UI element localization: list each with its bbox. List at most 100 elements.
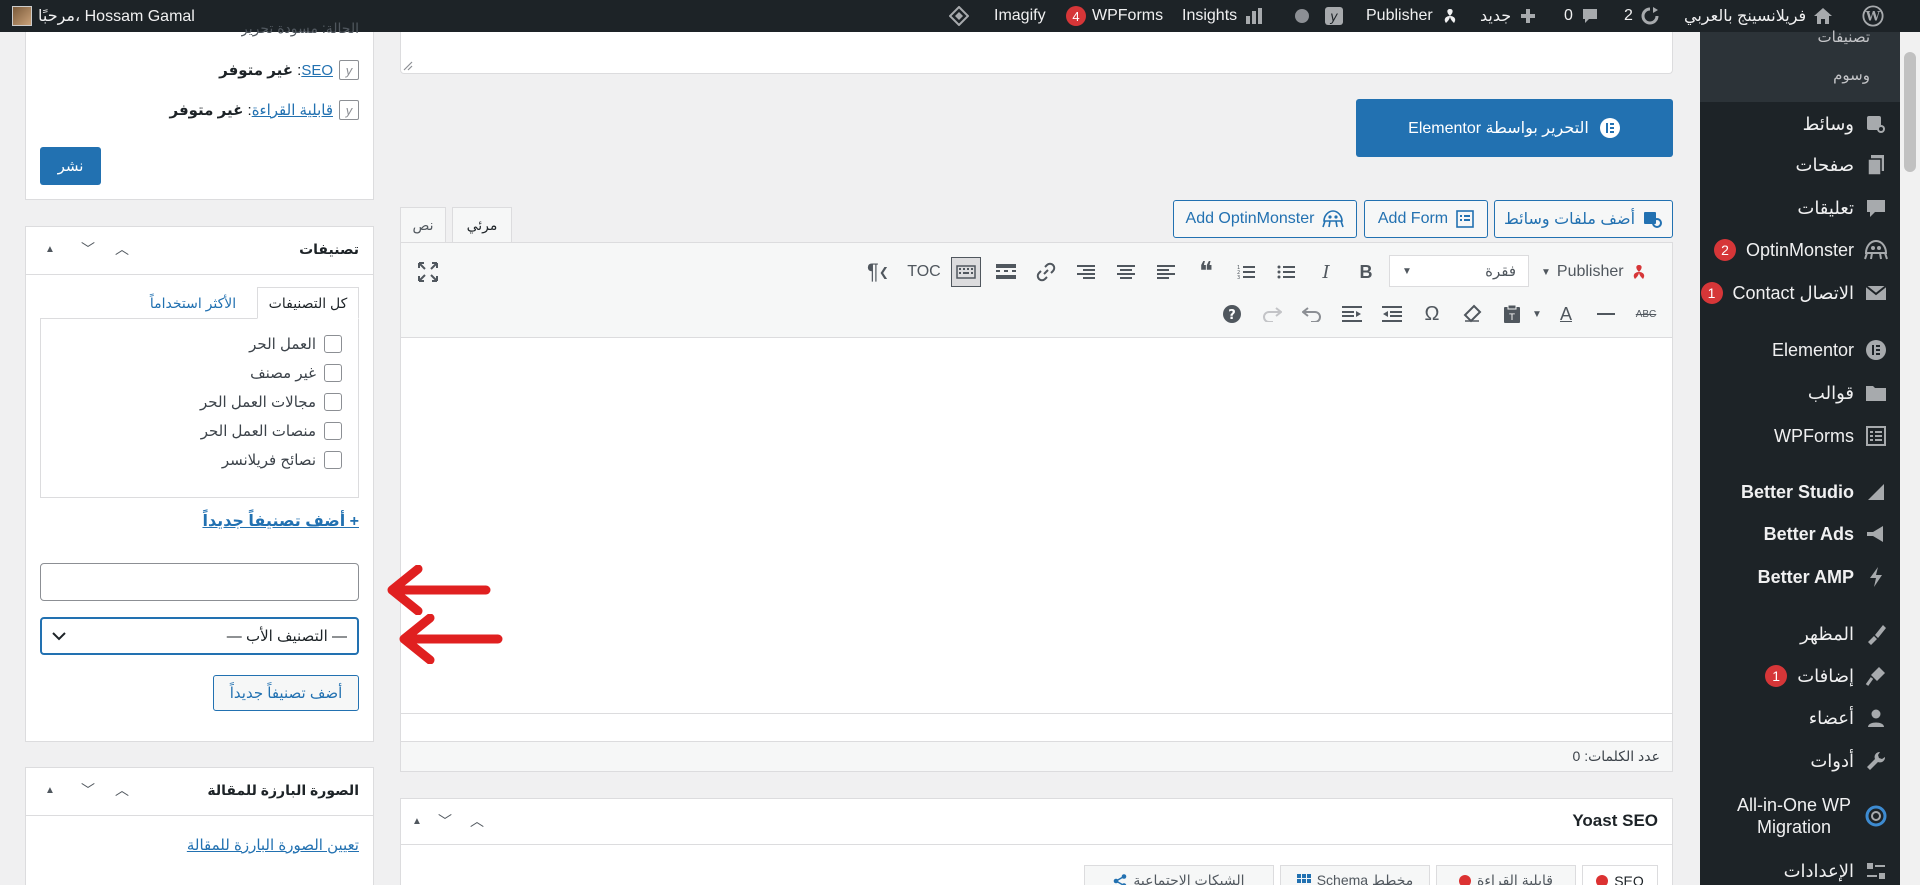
yoast-tab-seo[interactable]: SEO (1582, 865, 1658, 885)
comments-menu[interactable]: 0 (1564, 0, 1601, 32)
publisher-menu[interactable]: Publisher (1366, 0, 1461, 32)
blockquote-icon[interactable]: ❝ (1191, 257, 1221, 287)
format-select[interactable]: ▼ فقرة (1389, 255, 1529, 287)
link-icon[interactable] (1031, 257, 1061, 287)
updates-menu[interactable]: 2 (1624, 0, 1661, 32)
checkbox[interactable] (324, 335, 342, 353)
resize-handle-icon[interactable] (403, 61, 413, 71)
menu-wpforms[interactable]: WPForms (1700, 416, 1900, 456)
category-item[interactable]: نصائح فريلانسر (222, 451, 342, 469)
toc-button[interactable]: TOC (903, 257, 945, 287)
menu-pages[interactable]: صفحات (1700, 145, 1900, 185)
category-item[interactable]: غير مصنف (250, 364, 342, 382)
add-category-button[interactable]: أضف تصنيفاً جديداً (213, 675, 359, 711)
chevron-up-icon[interactable]: ︿ (110, 237, 134, 261)
strikethrough-icon[interactable]: ABC (1631, 299, 1661, 329)
tab-visual[interactable]: مرئي (452, 207, 512, 243)
checkbox[interactable] (324, 364, 342, 382)
category-item[interactable]: منصات العمل الحر (201, 422, 342, 440)
menu-media[interactable]: وسائط (1700, 104, 1900, 144)
horizontal-line-icon[interactable] (1591, 299, 1621, 329)
chevron-down-icon[interactable]: ﹀ (433, 809, 457, 833)
submenu-tags[interactable]: وسوم (1833, 66, 1870, 84)
tab-most-used[interactable]: الأكثر استخداماً (133, 287, 253, 319)
menu-appearance[interactable]: المظهر (1700, 614, 1900, 654)
new-category-input[interactable] (40, 563, 359, 601)
checkbox[interactable] (324, 451, 342, 469)
readability-link[interactable]: قابلية القراءة (252, 102, 333, 119)
account-menu[interactable]: مرحبًا، Hossam Gamal (12, 0, 195, 32)
menu-users[interactable]: أعضاء (1700, 698, 1900, 738)
paragraph-mark-icon[interactable]: ¶ ❮ (863, 257, 893, 287)
tab-text[interactable]: نص (400, 207, 446, 243)
menu-optinmonster[interactable]: OptinMonster 2 (1700, 230, 1900, 270)
editor-content-area[interactable] (401, 339, 1672, 713)
help-icon[interactable]: ? (1217, 299, 1247, 329)
yoast-tab-readability[interactable]: قابلية القراءة (1436, 865, 1576, 885)
menu-tools[interactable]: أدوات (1700, 741, 1900, 781)
chevron-up-icon[interactable]: ︿ (110, 778, 134, 802)
seo-link[interactable]: SEO (301, 62, 333, 79)
category-item[interactable]: مجالات العمل الحر (200, 393, 342, 411)
clear-formatting-icon[interactable] (1457, 299, 1487, 329)
menu-better-ads[interactable]: Better Ads (1700, 514, 1900, 554)
menu-better-studio[interactable]: Better Studio (1700, 472, 1900, 512)
menu-plugins[interactable]: إضافات 1 (1700, 656, 1900, 696)
collapse-toggle-icon[interactable]: ▲ (38, 778, 62, 802)
page-scrollbar[interactable] (1900, 32, 1920, 885)
chevron-down-icon[interactable]: ﹀ (76, 237, 100, 261)
undo-icon[interactable] (1297, 299, 1327, 329)
italic-icon[interactable]: I (1311, 257, 1341, 287)
special-character-icon[interactable]: Ω (1417, 299, 1447, 329)
parent-category-select[interactable]: — التصنيف الأب — (40, 617, 359, 655)
text-color-icon[interactable]: A (1551, 299, 1581, 329)
imagify-menu[interactable]: Imagify (948, 0, 1046, 32)
set-featured-image-link[interactable]: تعيين الصورة البارزة للمقالة (187, 836, 359, 854)
yoast-tab-social[interactable]: الشبكات الاجتماعية (1084, 865, 1274, 885)
insights-menu[interactable]: Insights (1182, 0, 1265, 32)
excerpt-textarea[interactable] (400, 32, 1673, 74)
collapse-toggle-icon[interactable]: ▲ (38, 237, 62, 261)
yoast-tab-schema[interactable]: Schema مخطط (1280, 865, 1430, 885)
category-item[interactable]: العمل الحر (249, 335, 342, 353)
add-optinmonster-button[interactable]: Add OptinMonster (1173, 200, 1357, 238)
checkbox[interactable] (324, 422, 342, 440)
numbered-list-icon[interactable]: 123 (1231, 257, 1261, 287)
align-right-icon[interactable] (1071, 257, 1101, 287)
tab-all-categories[interactable]: كل التصنيفات (257, 287, 359, 319)
submenu-categories[interactable]: تصنيفات (1817, 28, 1870, 46)
menu-contact[interactable]: الاتصال Contact 1 (1700, 273, 1900, 313)
read-more-icon[interactable] (991, 257, 1021, 287)
chevron-down-icon[interactable]: ﹀ (76, 778, 100, 802)
toolbar-toggle-icon[interactable] (951, 257, 981, 287)
add-media-button[interactable]: أضف ملفات وسائط (1494, 200, 1673, 238)
new-content-menu[interactable]: جديد (1480, 0, 1539, 32)
menu-templates[interactable]: قوالب (1700, 373, 1900, 413)
yoast-menu[interactable]: y (1323, 0, 1345, 32)
checkbox[interactable] (324, 393, 342, 411)
menu-comments[interactable]: تعليقات (1700, 188, 1900, 228)
bold-icon[interactable]: B (1351, 257, 1381, 287)
indent-icon[interactable] (1337, 299, 1367, 329)
publisher-shortcodes-dropdown[interactable]: ▼ Publisher (1541, 257, 1648, 287)
menu-migration[interactable]: All-in-One WP Migration (1700, 788, 1900, 844)
menu-better-amp[interactable]: Better AMP (1700, 557, 1900, 597)
bullet-list-icon[interactable] (1271, 257, 1301, 287)
caret-down-icon[interactable]: ▼ (1529, 299, 1545, 329)
align-left-icon[interactable] (1151, 257, 1181, 287)
menu-settings[interactable]: الإعدادات (1700, 851, 1900, 885)
outdent-icon[interactable] (1377, 299, 1407, 329)
edit-with-elementor-button[interactable]: التحرير بواسطة Elementor (1356, 99, 1673, 157)
align-center-icon[interactable] (1111, 257, 1141, 287)
site-name-menu[interactable]: فريلانسينج بالعربي (1684, 0, 1834, 32)
collapse-toggle-icon[interactable]: ▲ (405, 809, 429, 833)
add-new-category-link[interactable]: + أضف تصنيفاً جديداً (202, 511, 359, 531)
yoast-status-dot[interactable] (1294, 0, 1310, 32)
wpforms-menu[interactable]: 4 WPForms (1066, 0, 1163, 32)
add-form-button[interactable]: Add Form (1364, 200, 1488, 238)
menu-elementor[interactable]: Elementor (1700, 330, 1900, 370)
fullscreen-icon[interactable] (413, 257, 443, 287)
publish-button[interactable]: نشر (40, 147, 101, 185)
paste-text-icon[interactable]: T (1497, 299, 1527, 329)
chevron-up-icon[interactable]: ︿ (465, 809, 489, 833)
